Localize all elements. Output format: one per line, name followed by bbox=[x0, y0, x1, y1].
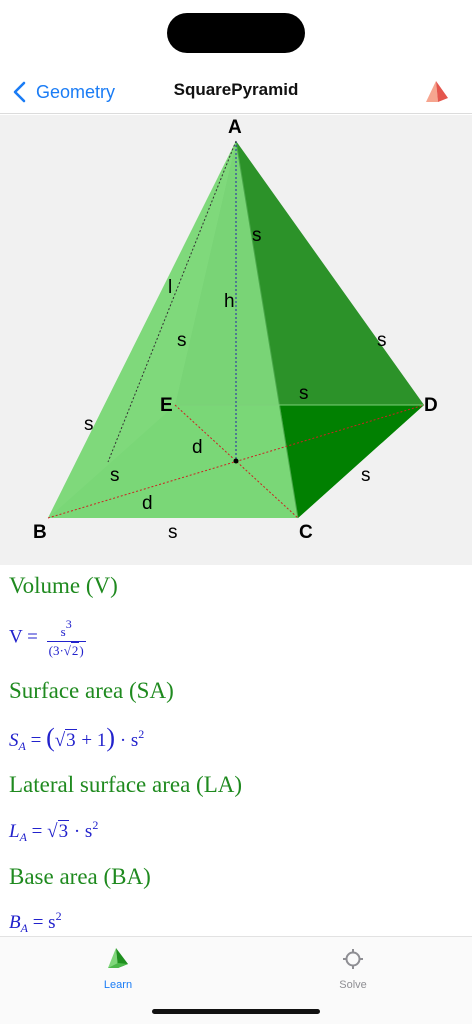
edge-label-s: s bbox=[361, 465, 371, 486]
tab-learn[interactable]: Learn bbox=[58, 947, 178, 991]
home-indicator bbox=[152, 1009, 320, 1014]
volume-heading: Volume (V) bbox=[9, 573, 118, 598]
diagonal-label: d bbox=[142, 493, 153, 514]
edge-label-s: s bbox=[177, 330, 187, 351]
tab-solve-label: Solve bbox=[339, 979, 367, 991]
slant-label: l bbox=[168, 277, 172, 298]
dynamic-island bbox=[167, 13, 305, 53]
volume-formula: V = s3 (3·√2) bbox=[9, 617, 86, 658]
surface-area-heading: Surface area (SA) bbox=[9, 678, 174, 703]
edge-label-s: s bbox=[299, 383, 309, 404]
vertex-b-label: B bbox=[33, 522, 47, 543]
formula-panel: Volume (V) V = s3 (3·√2) Surface area (S… bbox=[0, 565, 472, 935]
vertex-d-label: D bbox=[424, 395, 438, 416]
pyramid-icon bbox=[108, 948, 128, 968]
edge-label-s: s bbox=[84, 414, 94, 435]
vertex-e-label: E bbox=[160, 395, 173, 416]
diagonal-label: d bbox=[192, 437, 203, 458]
edge-label-s: s bbox=[168, 522, 178, 543]
right-face-dark bbox=[280, 405, 424, 518]
height-label: h bbox=[224, 291, 235, 312]
lateral-area-formula: LA = √3 · s2 bbox=[9, 818, 99, 844]
center-point bbox=[233, 458, 239, 464]
pyramid-icon[interactable] bbox=[424, 79, 450, 105]
navigation-bar: Geometry SquarePyramid bbox=[0, 70, 472, 114]
pyramid-diagram: A B C D E s s s s s s s s h l d d bbox=[0, 115, 472, 565]
edge-label-s: s bbox=[252, 225, 262, 246]
lateral-area-heading: Lateral surface area (LA) bbox=[9, 772, 243, 797]
surface-area-formula: SA = (√3 + 1) · s2 bbox=[9, 723, 145, 753]
crosshair-icon bbox=[343, 949, 363, 969]
base-area-heading: Base area (BA) bbox=[9, 864, 151, 889]
vertex-c-label: C bbox=[299, 522, 313, 543]
base-area-formula: BA = s2 bbox=[9, 909, 62, 935]
tab-learn-label: Learn bbox=[103, 979, 133, 991]
page-title: SquarePyramid bbox=[173, 80, 299, 99]
edge-label-s: s bbox=[377, 330, 387, 351]
volume-fraction: s3 (3·√2) bbox=[46, 617, 86, 658]
tab-solve[interactable]: Solve bbox=[293, 947, 413, 991]
vertex-a-label: A bbox=[228, 117, 242, 138]
edge-label-s: s bbox=[110, 465, 120, 486]
